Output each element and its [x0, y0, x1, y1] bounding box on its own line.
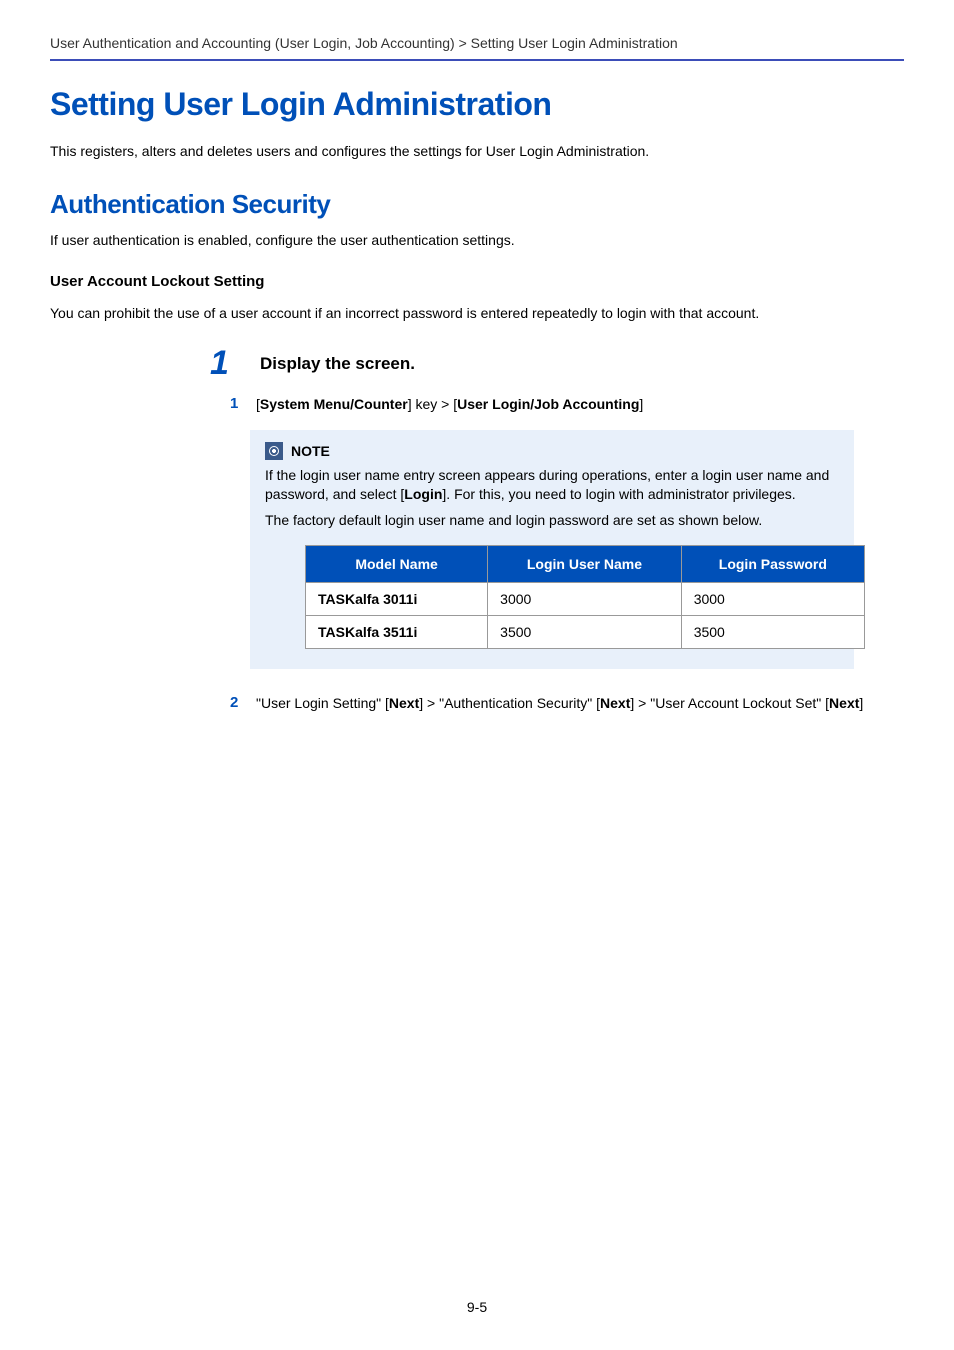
cell-user: 3500: [488, 616, 682, 649]
auth-intro-text: If user authentication is enabled, confi…: [50, 232, 904, 248]
note-paragraph-2: The factory default login user name and …: [265, 511, 839, 531]
sub2-d: ]: [859, 695, 863, 711]
note-text-b: ]. For this, you need to login with admi…: [442, 486, 795, 502]
cell-model: TASKalfa 3011i: [306, 583, 488, 616]
key-system-menu: System Menu/Counter: [260, 396, 408, 412]
login-bold: Login: [404, 486, 442, 502]
cell-pass: 3000: [681, 583, 864, 616]
note-header: NOTE: [265, 442, 839, 460]
substep-text: [System Menu/Counter] key > [User Login/…: [256, 395, 643, 415]
note-icon: [265, 442, 283, 460]
th-login-user: Login User Name: [488, 546, 682, 583]
cell-pass: 3500: [681, 616, 864, 649]
note-label: NOTE: [291, 443, 330, 459]
step-1: 1 Display the screen.: [210, 346, 904, 380]
substep-1: 1 [System Menu/Counter] key > [User Logi…: [230, 395, 904, 415]
subsection-lockout-setting: User Account Lockout Setting: [50, 273, 904, 290]
bracket-close: ]: [639, 396, 643, 412]
substep-number: 2: [230, 694, 250, 711]
th-login-pass: Login Password: [681, 546, 864, 583]
page-number: 9-5: [0, 1299, 954, 1315]
section-heading-auth-security: Authentication Security: [50, 189, 904, 220]
substep-text: "User Login Setting" [Next] > "Authentic…: [256, 694, 863, 714]
credentials-table: Model Name Login User Name Login Passwor…: [305, 545, 865, 649]
sub2-c: ] > "User Account Lockout Set" [: [630, 695, 829, 711]
step-title: Display the screen.: [260, 346, 415, 374]
header-rule: [50, 59, 904, 61]
sub2-a: "User Login Setting" [: [256, 695, 389, 711]
next-3: Next: [829, 695, 859, 711]
note-paragraph-1: If the login user name entry screen appe…: [265, 466, 839, 505]
breadcrumb: User Authentication and Accounting (User…: [50, 35, 904, 51]
th-model-name: Model Name: [306, 546, 488, 583]
substep-2: 2 "User Login Setting" [Next] > "Authent…: [230, 694, 904, 714]
next-1: Next: [389, 695, 419, 711]
note-box: NOTE If the login user name entry screen…: [250, 430, 854, 670]
page-title-h1: Setting User Login Administration: [50, 86, 904, 123]
cell-model: TASKalfa 3511i: [306, 616, 488, 649]
table-row: TASKalfa 3511i 3500 3500: [306, 616, 865, 649]
sub2-b: ] > "Authentication Security" [: [419, 695, 600, 711]
next-2: Next: [600, 695, 630, 711]
intro-text: This registers, alters and deletes users…: [50, 143, 904, 159]
cell-user: 3000: [488, 583, 682, 616]
step-number: 1: [210, 346, 240, 380]
key-user-login: User Login/Job Accounting: [457, 396, 639, 412]
table-header-row: Model Name Login User Name Login Passwor…: [306, 546, 865, 583]
separator-text: ] key > [: [408, 396, 457, 412]
table-row: TASKalfa 3011i 3000 3000: [306, 583, 865, 616]
substep-number: 1: [230, 395, 250, 412]
lockout-intro-text: You can prohibit the use of a user accou…: [50, 305, 904, 321]
